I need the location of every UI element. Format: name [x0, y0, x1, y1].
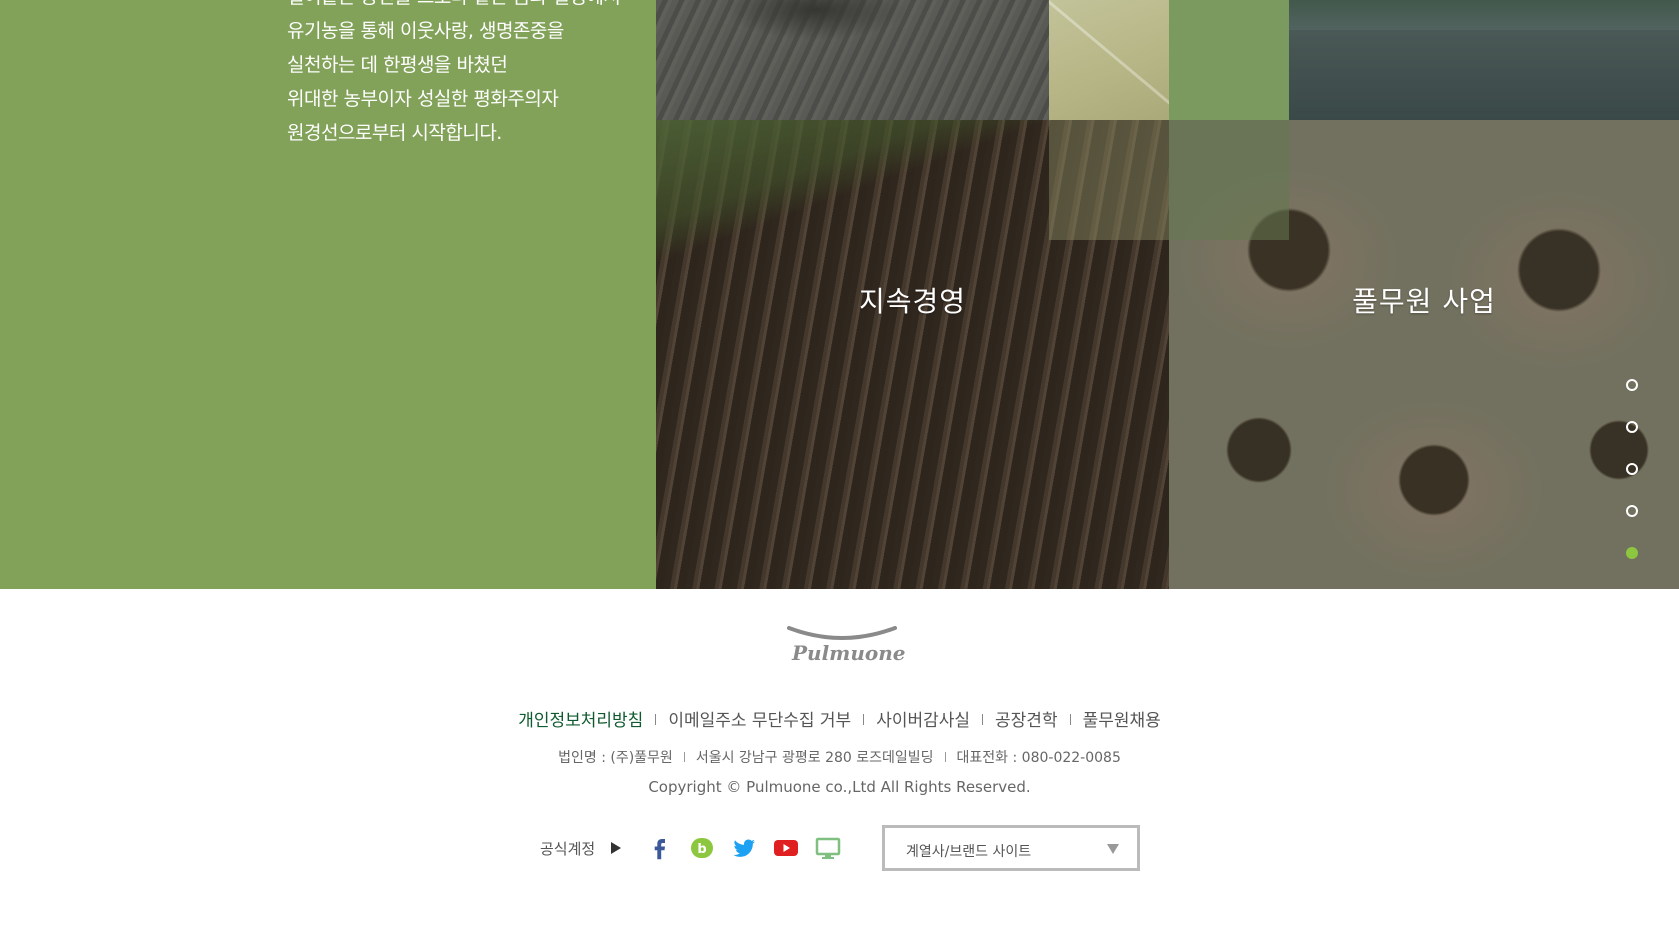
overlay-square — [1169, 120, 1289, 240]
chevron-down-icon — [1107, 844, 1119, 854]
youtube-icon[interactable] — [773, 835, 799, 861]
divider — [655, 714, 657, 725]
intro-line: 유기농을 통해 이웃사랑, 생명존중을 — [287, 20, 564, 42]
family-site-select-value: 계열사/브랜드 사이트 — [906, 844, 1032, 860]
sustainability-tile[interactable]: 지속경영 — [656, 120, 1169, 589]
social-accounts: 공식계정 b — [540, 833, 857, 863]
divider — [683, 752, 685, 762]
copyright-text: Copyright © Pulmuone co.,Ltd All Rights … — [648, 778, 1031, 796]
pager-dot-5-active[interactable] — [1626, 547, 1638, 559]
email-refusal-link[interactable]: 이메일주소 무단수집 거부 — [668, 711, 851, 731]
privacy-policy-link[interactable]: 개인정보처리방침 — [518, 711, 643, 731]
play-arrow-icon — [611, 842, 622, 854]
divider — [1069, 714, 1071, 725]
divider — [982, 714, 984, 725]
divider — [944, 752, 946, 762]
pager-dot-2[interactable] — [1626, 421, 1638, 433]
pager-dot-1[interactable] — [1626, 379, 1638, 391]
facebook-icon[interactable] — [647, 835, 673, 861]
company-phone: 대표전화 : 080-022-0085 — [956, 750, 1121, 766]
footer-links: 개인정보처리방침 이메일주소 무단수집 거부 사이버감사실 공장견학 풀무원채용 — [0, 706, 1679, 731]
blog-icon[interactable]: b — [689, 835, 715, 861]
twitter-icon[interactable] — [731, 835, 757, 861]
footer: Pulmuone 개인정보처리방침 이메일주소 무단수집 거부 사이버감사실 공장견학… — [0, 589, 1679, 938]
business-label: 풀무원 사업 — [1352, 285, 1496, 318]
sustainability-label: 지속경영 — [858, 285, 967, 318]
business-tile[interactable]: 풀무원 사업 — [1169, 120, 1679, 589]
intro-panel: 얼어붙은 동면을 그보다 얕은 꿈과 열정에서 유기농을 통해 이웃사랑, 생명… — [0, 0, 656, 589]
company-info: 법인명 : (주)풀무원 서울시 강남구 광평로 280 로즈데일빌딩 대표전화 :… — [0, 747, 1679, 767]
slide-pager — [1626, 379, 1640, 589]
intro-line: 위대한 농부이자 성실한 평화주의자 — [287, 88, 559, 110]
color-tile-green — [1169, 0, 1289, 120]
pager-dot-3[interactable] — [1626, 463, 1638, 475]
intro-line: 실천하는 데 한평생을 바쳤던 — [287, 54, 508, 76]
cyber-audit-link[interactable]: 사이버감사실 — [876, 711, 970, 731]
social-label: 공식계정 — [540, 839, 596, 858]
intro-text: 얼어붙은 동면을 그보다 얕은 꿈과 열정에서 유기농을 통해 이웃사랑, 생명… — [287, 0, 621, 150]
intro-line: 얼어붙은 동면을 그보다 얕은 꿈과 열정에서 — [287, 0, 621, 14]
photo-tile-stones — [656, 0, 1049, 120]
company-name: 법인명 : (주)풀무원 — [558, 750, 673, 766]
hero-section: 얼어붙은 동면을 그보다 얕은 꿈과 열정에서 유기농을 통해 이웃사랑, 생명… — [0, 0, 1679, 589]
factory-tour-link[interactable]: 공장견학 — [995, 711, 1058, 731]
page: 얼어붙은 동면을 그보다 얕은 꿈과 열정에서 유기농을 통해 이웃사랑, 생명… — [0, 0, 1679, 938]
family-site-select[interactable]: 계열사/브랜드 사이트 — [882, 825, 1140, 871]
logo-text: Pulmuone — [792, 641, 906, 665]
color-tile-beige — [1049, 0, 1169, 120]
overlay-square — [1049, 120, 1169, 240]
divider — [863, 714, 865, 725]
intro-line: 원경선으로부터 시작합니다. — [287, 122, 502, 144]
photo-tile-road — [1289, 0, 1679, 120]
pager-dot-4[interactable] — [1626, 505, 1638, 517]
pulmuone-logo[interactable]: Pulmuone — [787, 626, 906, 670]
company-address: 서울시 강남구 광평로 280 로즈데일빌딩 — [695, 750, 934, 766]
monitor-icon[interactable] — [815, 835, 841, 861]
svg-text:b: b — [698, 842, 707, 857]
careers-link[interactable]: 풀무원채용 — [1083, 711, 1161, 731]
